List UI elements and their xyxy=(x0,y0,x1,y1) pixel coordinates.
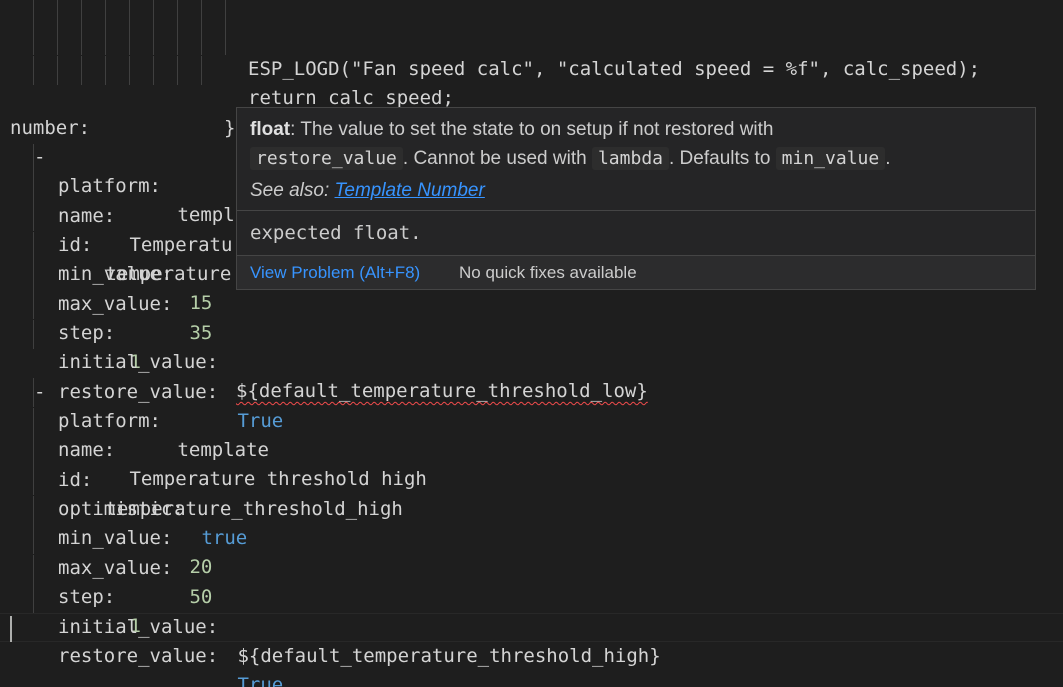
yaml-key: max_value: xyxy=(58,557,173,579)
code-line[interactable]: step: 1 xyxy=(0,261,141,373)
yaml-key: restore_value: xyxy=(58,645,219,667)
hover-status-bar: View Problem (Alt+F8) No quick fixes ava… xyxy=(237,256,1035,289)
doc-text: . Cannot be used with xyxy=(402,148,587,169)
yaml-key: name: xyxy=(58,439,116,461)
code-line[interactable]: max_value: 50 xyxy=(0,496,212,608)
code-text: } xyxy=(224,117,236,139)
code-line[interactable]: id: temperature xyxy=(0,173,231,285)
code-line[interactable]: ESP_LOGD("Fan speed calc", "calculated s… xyxy=(0,0,980,80)
code-line[interactable]: - platform: template xyxy=(0,349,269,461)
boolean-value: true xyxy=(190,527,248,549)
number-value: 15 xyxy=(178,292,213,314)
code-line[interactable]: initial_value: ${default_temperature_thr… xyxy=(0,290,648,402)
yaml-value: Temperatu xyxy=(118,234,233,256)
doc-code: lambda xyxy=(591,147,669,170)
yaml-value: templ xyxy=(166,204,235,226)
code-line[interactable]: name: Temperatu xyxy=(0,144,232,256)
code-line[interactable]: number: xyxy=(0,85,90,139)
yaml-key: max_value: xyxy=(58,293,173,315)
boolean-value: True xyxy=(226,674,284,687)
doc-text: : The value to set the state to on setup… xyxy=(290,119,774,140)
code-line[interactable]: min_value: 20 xyxy=(0,466,212,578)
code-line[interactable]: } xyxy=(0,56,235,139)
error-value[interactable]: ${default_temperature_threshold_low} xyxy=(236,377,648,406)
code-line[interactable]: step: 1 xyxy=(0,525,141,637)
boolean-value: True xyxy=(226,410,284,432)
doc-term: float xyxy=(250,119,291,140)
code-line[interactable]: min_value: 15 xyxy=(0,202,212,314)
template-number-link[interactable]: Template Number xyxy=(335,180,485,201)
code-line[interactable]: initial_value: ${default_temperature_thr… xyxy=(0,555,661,667)
yaml-key: platform: xyxy=(58,410,161,432)
yaml-key: optimistic: xyxy=(58,498,184,520)
problem-message: expected float. xyxy=(250,222,422,244)
code-line[interactable]: max_value: 35 xyxy=(0,232,212,344)
yaml-key: name: xyxy=(58,205,116,227)
number-value: 20 xyxy=(178,556,213,578)
no-quick-fixes-label: No quick fixes available xyxy=(459,263,637,282)
yaml-key: initial_value: xyxy=(58,351,219,373)
current-line-highlight xyxy=(0,613,1063,642)
code-line[interactable]: id: temperature_threshold_high xyxy=(0,408,403,520)
yaml-key: min_value: xyxy=(58,527,173,549)
code-line[interactable]: return calc_speed; xyxy=(0,26,454,109)
doc-text: . Defaults to xyxy=(669,148,771,169)
hover-documentation: float: The value to set the state to on … xyxy=(237,108,1035,211)
yaml-key: platform: xyxy=(58,175,161,197)
yaml-key: step: xyxy=(58,322,116,344)
doc-code: min_value xyxy=(775,147,886,170)
doc-line: See also: Template Number xyxy=(250,176,485,205)
number-value: 35 xyxy=(178,322,213,344)
yaml-key: id: xyxy=(58,469,93,491)
yaml-key: min_value: xyxy=(58,263,173,285)
doc-line: float: The value to set the state to on … xyxy=(250,115,774,144)
view-problem-button[interactable]: View Problem (Alt+F8) xyxy=(250,256,420,289)
hover-tooltip[interactable]: float: The value to set the state to on … xyxy=(236,107,1036,290)
doc-line: restore_value. Cannot be used with lambd… xyxy=(250,144,891,173)
yaml-key: id: xyxy=(58,234,93,256)
code-line[interactable]: optimistic: true xyxy=(0,437,247,549)
number-value: 50 xyxy=(178,586,213,608)
yaml-value: Temperature threshold high xyxy=(118,468,427,490)
see-also-label: See also: xyxy=(250,180,330,201)
yaml-value: ${default_temperature_threshold_high} xyxy=(226,645,661,667)
code-line[interactable]: restore_value: True xyxy=(0,584,283,687)
code-text: ESP_LOGD("Fan speed calc", "calculated s… xyxy=(248,58,981,80)
code-line[interactable]: restore_value: True xyxy=(0,320,283,432)
doc-text: . xyxy=(885,148,891,169)
code-editor[interactable]: ESP_LOGD("Fan speed calc", "calculated s… xyxy=(0,0,1063,687)
yaml-key: step: xyxy=(58,586,116,608)
code-line[interactable]: - platform: templ xyxy=(0,114,235,226)
yaml-key: restore_value: xyxy=(58,381,219,403)
problem-section: expected float. xyxy=(237,211,1035,256)
code-line[interactable]: name: Temperature threshold high xyxy=(0,378,427,490)
text-cursor xyxy=(10,616,12,642)
yaml-value: template xyxy=(166,439,269,461)
doc-code: restore_value xyxy=(250,147,403,170)
